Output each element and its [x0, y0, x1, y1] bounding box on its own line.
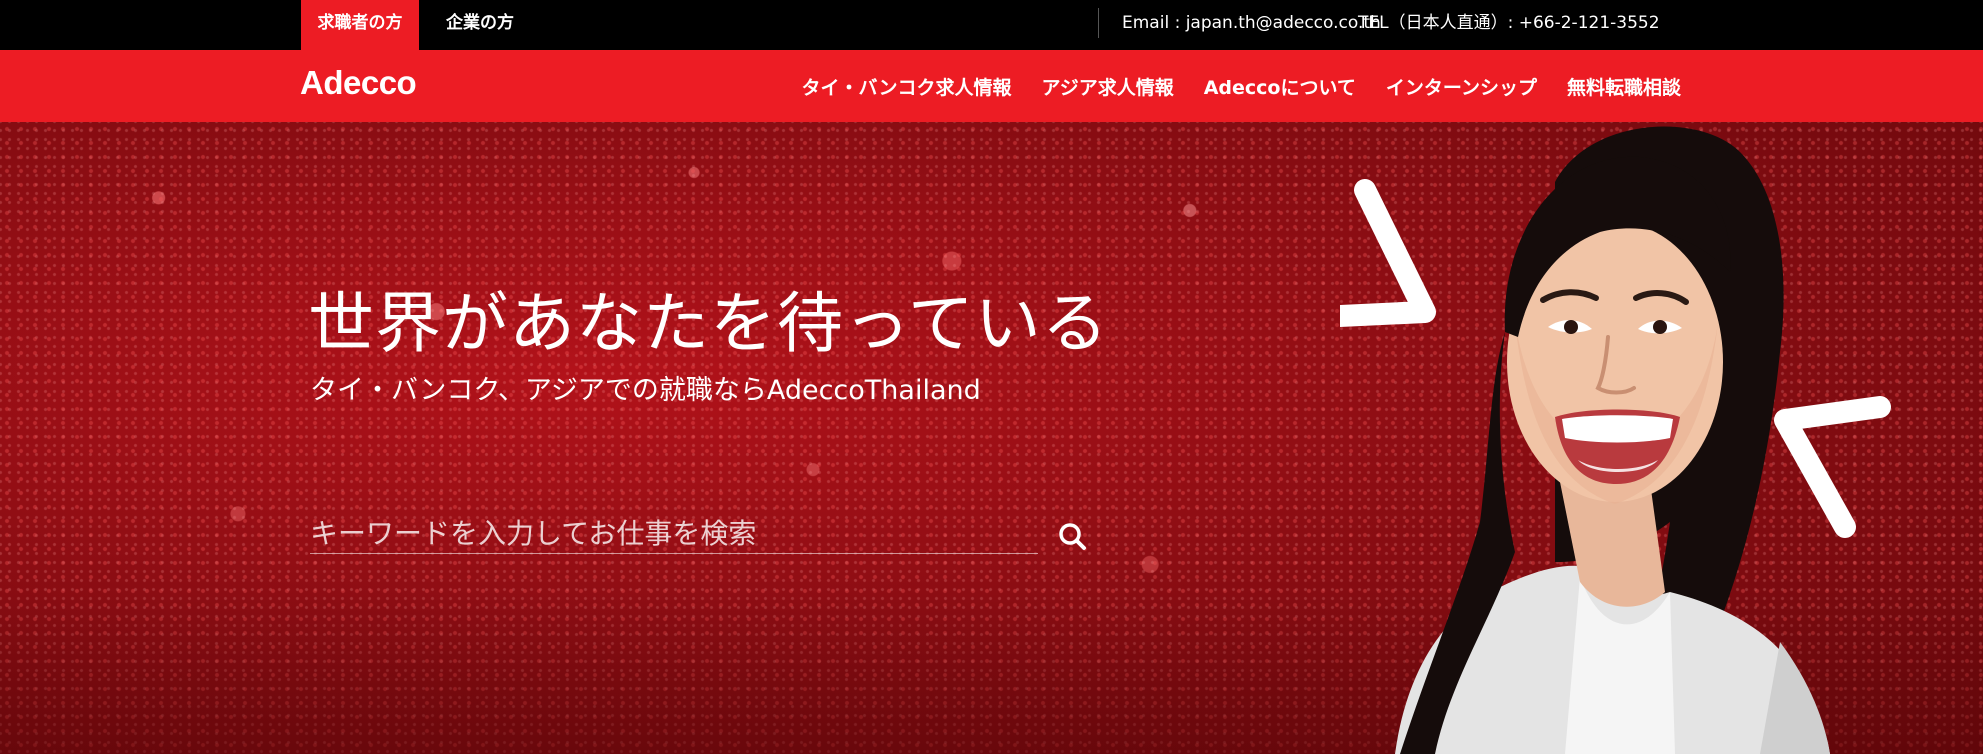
hero-woman-image [1340, 126, 1891, 754]
tab-jobseekers[interactable]: 求職者の方 [301, 0, 419, 50]
tab-companies[interactable]: 企業の方 [424, 0, 536, 50]
topbar-divider [1098, 8, 1099, 38]
nav-item-internship[interactable]: インターンシップ [1386, 73, 1537, 100]
top-bar: 求職者の方 企業の方 Email : japan.th@adecco.co.th… [0, 0, 1983, 50]
job-search-input[interactable] [310, 514, 1038, 552]
hero-subheadline: タイ・バンコク、アジアでの就職ならAdeccoThailand [310, 375, 981, 406]
nav-item-thailand-jobs[interactable]: タイ・バンコク求人情報 [802, 73, 1012, 100]
job-search-field [310, 514, 1038, 554]
nav-item-about-adecco[interactable]: Adeccoについて [1204, 73, 1356, 100]
hero-headline: 世界があなたを待っている [308, 285, 1109, 362]
nav-item-free-consultation[interactable]: 無料転職相談 [1567, 73, 1681, 100]
main-navbar: Adecco タイ・バンコク求人情報 アジア求人情報 Adeccoについて イン… [0, 50, 1983, 122]
contact-phone-link[interactable]: TEL（日本人直通）: +66-2-121-3552 [1358, 0, 1660, 46]
search-icon [1059, 523, 1086, 550]
main-nav: タイ・バンコク求人情報 アジア求人情報 Adeccoについて インターンシップ … [802, 50, 1681, 122]
search-button[interactable] [1056, 520, 1090, 554]
right-chevron-decoration [1774, 396, 1891, 538]
contact-email-link[interactable]: Email : japan.th@adecco.co.th [1122, 0, 1381, 46]
adecco-logo[interactable]: Adecco [300, 64, 417, 102]
left-chevron-decoration [1340, 179, 1436, 327]
hero-banner: 世界があなたを待っている タイ・バンコク、アジアでの就職ならAdeccoThai… [0, 122, 1983, 754]
nav-item-asia-jobs[interactable]: アジア求人情報 [1041, 73, 1173, 100]
